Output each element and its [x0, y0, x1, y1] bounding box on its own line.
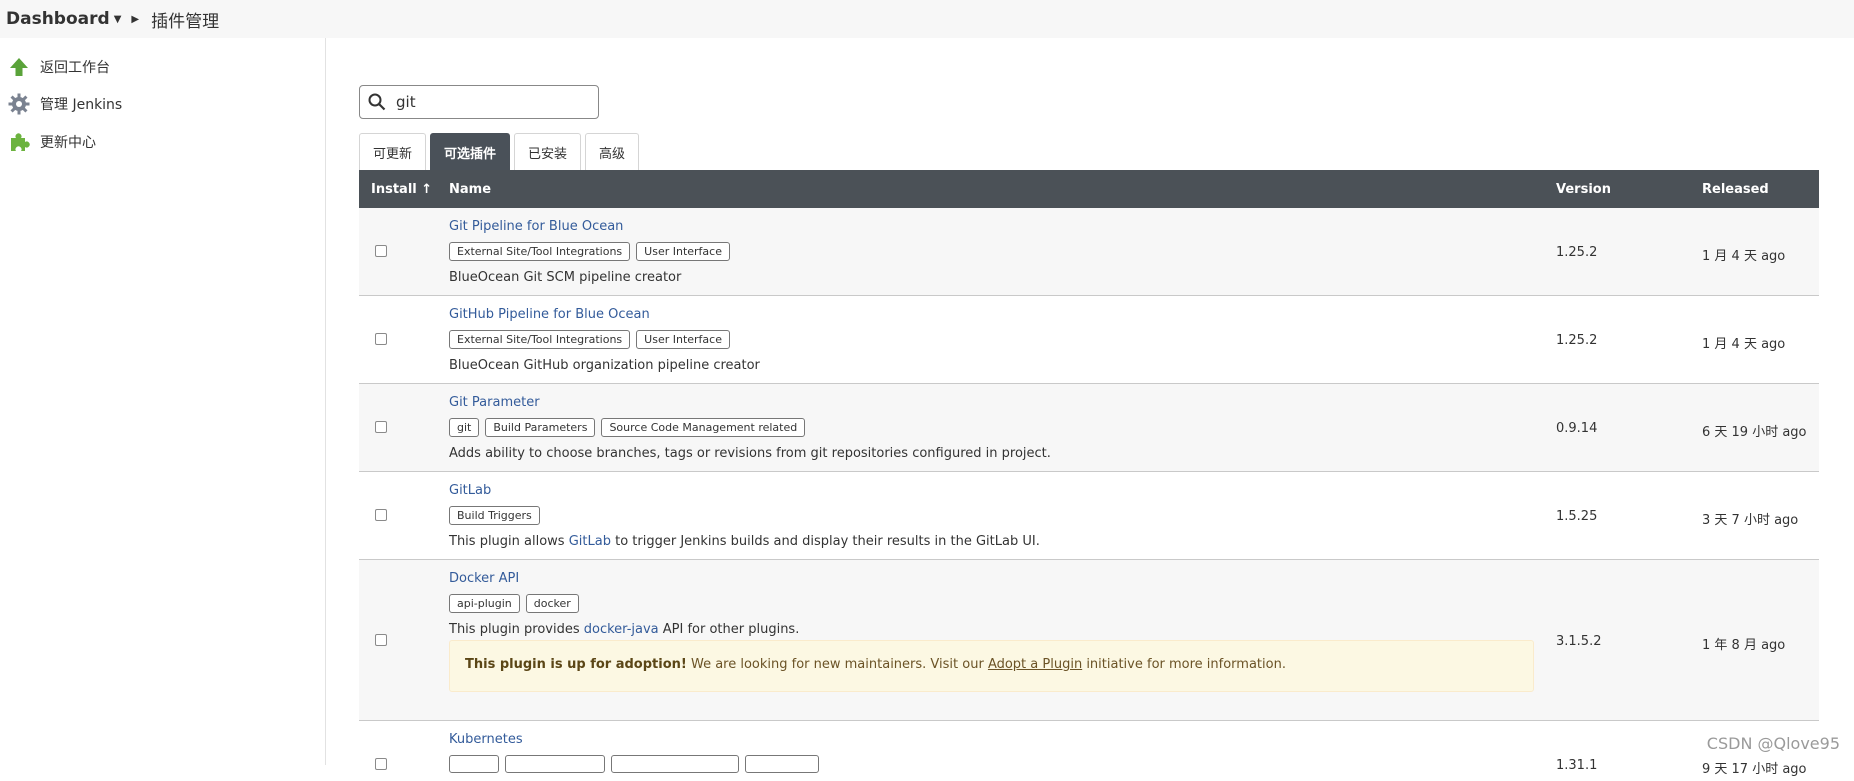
plugin-label[interactable] [611, 755, 739, 773]
plugin-version: 3.1.5.2 [1556, 634, 1602, 649]
gitlab-link[interactable]: GitLab [569, 534, 611, 549]
plugin-name-link[interactable]: GitLab [449, 483, 491, 498]
adoption-notice-text: We are looking for new maintainers. Visi… [686, 657, 988, 672]
tab-updates[interactable]: 可更新 [359, 133, 427, 170]
table-header: Install ↑ Name Version Released [359, 170, 1819, 208]
chevron-down-icon[interactable]: ▼ [114, 14, 122, 25]
plugin-version: 1.25.2 [1556, 245, 1598, 260]
plugin-released: 1 年 8 月 ago [1702, 638, 1786, 653]
breadcrumb-bar: Dashboard ▼ ▶ 插件管理 [0, 0, 1854, 38]
breadcrumb-page-title[interactable]: 插件管理 [151, 7, 219, 32]
plugin-labels: External Site/Tool Integrations User Int… [449, 242, 730, 261]
plugin-label[interactable]: User Interface [636, 242, 730, 261]
plugin-label[interactable] [449, 755, 499, 773]
plugin-label[interactable]: User Interface [636, 330, 730, 349]
column-header-released[interactable]: Released [1702, 182, 1769, 197]
plugin-labels: Build Triggers [449, 506, 540, 525]
plugin-released: 9 天 17 小时 ago [1702, 762, 1807, 777]
plugin-released: 6 天 19 小时 ago [1702, 425, 1807, 440]
tab-advanced[interactable]: 高级 [585, 133, 640, 170]
description-text: to trigger Jenkins builds and display th… [610, 534, 1040, 549]
plugin-label[interactable] [745, 755, 819, 773]
plugin-label[interactable] [505, 755, 605, 773]
column-header-name[interactable]: Name [449, 182, 491, 197]
adoption-notice: This plugin is up for adoption! We are l… [449, 640, 1534, 692]
search-box[interactable] [359, 85, 599, 119]
sidebar-item-label: 返回工作台 [40, 60, 110, 76]
plugin-version: 0.9.14 [1556, 421, 1598, 436]
table-row: GitHub Pipeline for Blue Ocean External … [359, 296, 1819, 384]
sidebar-item-back-to-dashboard[interactable]: 返回工作台 [8, 56, 110, 78]
plugin-label[interactable]: Build Triggers [449, 506, 540, 525]
plugin-label[interactable]: api-plugin [449, 594, 520, 613]
sidebar-item-label: 更新中心 [40, 135, 96, 151]
tab-available[interactable]: 可选插件 [430, 133, 511, 170]
sidebar-item-label: 管理 Jenkins [40, 97, 123, 113]
plugin-label[interactable]: External Site/Tool Integrations [449, 330, 631, 349]
docker-java-link[interactable]: docker-java [584, 622, 659, 637]
plugin-labels: External Site/Tool Integrations User Int… [449, 330, 730, 349]
install-checkbox[interactable] [375, 245, 387, 257]
column-header-install[interactable]: Install ↑ [371, 182, 432, 197]
plugin-label[interactable]: git [449, 418, 480, 437]
plugin-label[interactable]: docker [525, 594, 579, 613]
install-checkbox[interactable] [375, 509, 387, 521]
plugin-released: 1 月 4 天 ago [1702, 337, 1786, 352]
description-text: API for other plugins. [658, 622, 800, 637]
plugin-name-link[interactable]: Docker API [449, 571, 519, 586]
search-input[interactable] [394, 90, 590, 114]
watermark: CSDN @Qlove95 [1706, 734, 1840, 753]
tab-bar: 可更新 可选插件 已安装 高级 [359, 133, 643, 170]
up-arrow-icon [8, 56, 30, 78]
plugin-name-link[interactable]: Kubernetes [449, 732, 523, 747]
puzzle-icon [8, 131, 30, 153]
plugin-description: BlueOcean Git SCM pipeline creator [449, 270, 682, 285]
breadcrumb-dashboard[interactable]: Dashboard [6, 9, 110, 29]
description-text: This plugin provides [449, 622, 584, 637]
plugin-label[interactable]: External Site/Tool Integrations [449, 242, 631, 261]
adoption-notice-text: initiative for more information. [1082, 657, 1286, 672]
adoption-notice-title: This plugin is up for adoption! [465, 657, 687, 672]
table-row: Docker API api-plugin docker This plugin… [359, 560, 1819, 721]
plugin-version: 1.31.1 [1556, 758, 1598, 773]
table-row: Git Parameter git Build Parameters Sourc… [359, 384, 1819, 472]
plugin-name-link[interactable]: Git Parameter [449, 395, 540, 410]
plugin-name-link[interactable]: Git Pipeline for Blue Ocean [449, 219, 623, 234]
table-row: Kubernetes 1.31.1 9 天 17 小时 ago [359, 721, 1819, 781]
plugin-released: 3 天 7 小时 ago [1702, 513, 1799, 528]
plugin-label[interactable]: Build Parameters [485, 418, 596, 437]
plugin-version: 1.5.25 [1556, 509, 1598, 524]
chevron-right-icon: ▶ [131, 13, 140, 25]
column-header-version[interactable]: Version [1556, 182, 1611, 197]
plugin-labels: api-plugin docker [449, 594, 579, 613]
plugin-description: This plugin provides docker-java API for… [449, 622, 799, 637]
adopt-a-plugin-link[interactable]: Adopt a Plugin [988, 657, 1082, 672]
plugin-description: Adds ability to choose branches, tags or… [449, 446, 1051, 461]
install-checkbox[interactable] [375, 758, 387, 770]
sidebar-item-update-center[interactable]: 更新中心 [8, 131, 96, 153]
plugin-labels: git Build Parameters Source Code Managem… [449, 418, 806, 437]
plugin-released: 1 月 4 天 ago [1702, 249, 1786, 264]
install-checkbox[interactable] [375, 333, 387, 345]
gear-icon [8, 93, 30, 115]
tab-installed[interactable]: 已安装 [514, 133, 582, 170]
search-icon [368, 93, 386, 115]
description-text: This plugin allows [449, 534, 569, 549]
plugin-label[interactable]: Source Code Management related [601, 418, 806, 437]
table-row: Git Pipeline for Blue Ocean External Sit… [359, 208, 1819, 296]
sidebar: 返回工作台 管理 Jenkins 更新中心 [0, 38, 326, 765]
install-checkbox[interactable] [375, 421, 387, 433]
install-checkbox[interactable] [375, 634, 387, 646]
sidebar-item-manage-jenkins[interactable]: 管理 Jenkins [8, 93, 122, 115]
plugin-version: 1.25.2 [1556, 333, 1598, 348]
plugin-labels [449, 755, 819, 773]
plugins-table: Install ↑ Name Version Released Git Pipe… [359, 170, 1819, 781]
plugin-description: BlueOcean GitHub organization pipeline c… [449, 358, 760, 373]
table-row: GitLab Build Triggers This plugin allows… [359, 472, 1819, 560]
plugin-name-link[interactable]: GitHub Pipeline for Blue Ocean [449, 307, 650, 322]
plugin-description: This plugin allows GitLab to trigger Jen… [449, 534, 1040, 549]
